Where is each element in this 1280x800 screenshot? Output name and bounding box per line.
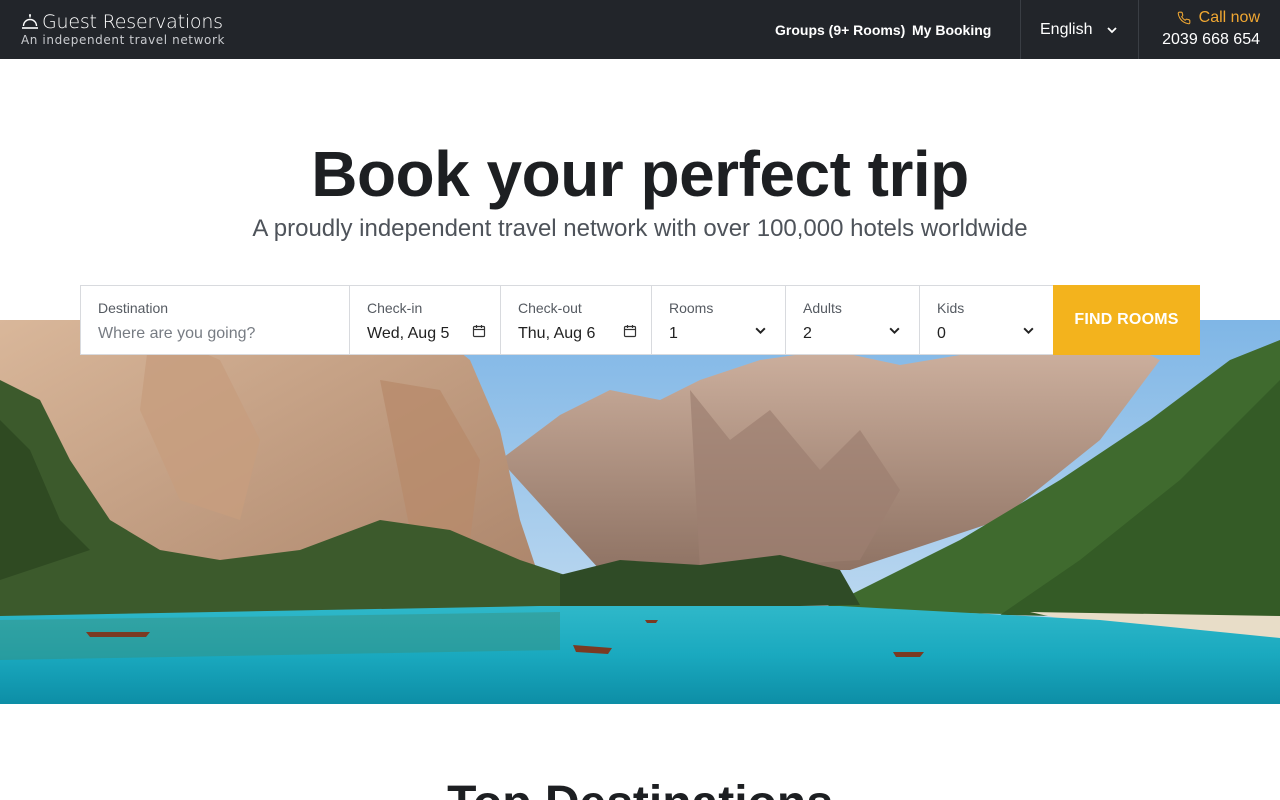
chevron-down-icon (889, 327, 900, 335)
chevron-down-icon (755, 327, 766, 335)
checkout-label: Check-out (518, 300, 582, 316)
calendar-icon[interactable] (623, 324, 637, 338)
checkin-field[interactable]: Check-in Wed, Aug 5 (350, 286, 501, 354)
destination-input[interactable]: Where are you going? (98, 324, 333, 344)
destination-field[interactable]: Destination Where are you going? (81, 286, 350, 354)
brand-tagline: An independent travel network (21, 33, 226, 47)
checkout-value[interactable]: Thu, Aug 6 (518, 324, 635, 344)
call-now-block[interactable]: Call now 2039 668 654 (1162, 8, 1260, 51)
header-divider (1138, 0, 1139, 59)
hero-landscape-image (0, 320, 1280, 704)
find-rooms-button[interactable]: FIND ROOMS (1053, 285, 1200, 355)
chevron-down-icon (1023, 327, 1034, 335)
language-label: English (1040, 20, 1093, 38)
nav-link-my-booking[interactable]: My Booking (912, 0, 991, 59)
adults-label: Adults (803, 300, 842, 316)
top-destinations-heading: Top Destinations (0, 776, 1280, 800)
nav-link-groups[interactable]: Groups (9+ Rooms) (775, 0, 905, 59)
page-subtitle: A proudly independent travel network wit… (252, 215, 1028, 242)
kids-label: Kids (937, 300, 965, 316)
hotel-search-form: Destination Where are you going? Check-i… (80, 285, 1200, 355)
calendar-icon[interactable] (472, 324, 486, 338)
call-now-label: Call now (1198, 9, 1260, 26)
adults-select[interactable]: Adults 2 (786, 286, 920, 354)
checkin-value[interactable]: Wed, Aug 5 (367, 324, 484, 344)
top-navigation-bar: Guest Reservations An independent travel… (0, 0, 1280, 59)
brand-name: Guest Reservations (42, 11, 223, 33)
language-selector[interactable]: English (1021, 0, 1138, 59)
phone-number: 2039 668 654 (1162, 31, 1260, 48)
phone-icon (1177, 11, 1190, 25)
rooms-label: Rooms (669, 300, 714, 316)
brand-logo[interactable]: Guest Reservations An independent travel… (21, 10, 225, 47)
checkin-label: Check-in (367, 300, 423, 316)
destination-label: Destination (98, 300, 169, 316)
checkout-field[interactable]: Check-out Thu, Aug 6 (501, 286, 652, 354)
bell-icon (22, 14, 38, 29)
page-title: Book your perfect trip (311, 138, 969, 210)
rooms-select[interactable]: Rooms 1 (652, 286, 786, 354)
chevron-down-icon (1107, 26, 1118, 33)
kids-select[interactable]: Kids 0 (920, 286, 1054, 354)
